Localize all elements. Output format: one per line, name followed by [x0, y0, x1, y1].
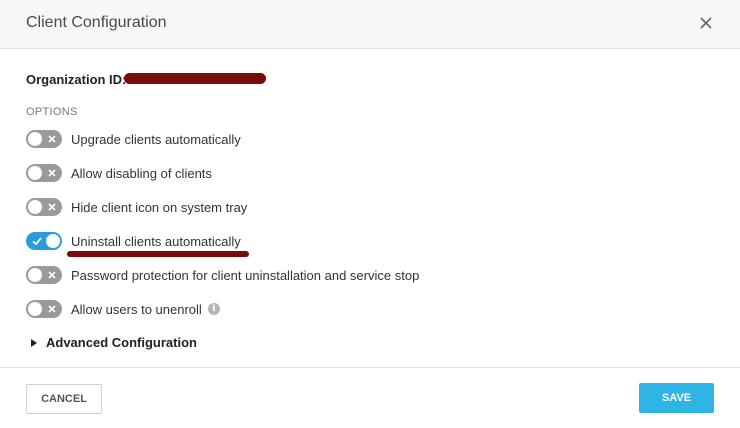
- organization-id-label: Organization ID:: [26, 72, 127, 87]
- option-label: Allow disabling of clients: [71, 165, 212, 181]
- save-button[interactable]: SAVE: [639, 383, 714, 413]
- organization-id-redaction: [124, 73, 266, 84]
- dialog-title: Client Configuration: [26, 14, 167, 31]
- option-allow-unenroll: Allow users to unenroll i: [26, 298, 220, 320]
- option-label: Uninstall clients automatically: [71, 233, 241, 249]
- option-hide-tray-icon: Hide client icon on system tray: [26, 196, 247, 218]
- highlight-underline: [67, 251, 249, 257]
- toggle-knob: [28, 200, 42, 214]
- option-allow-disabling: Allow disabling of clients: [26, 162, 212, 184]
- option-password-protection: Password protection for client uninstall…: [26, 264, 419, 286]
- advanced-configuration-toggle[interactable]: Advanced Configuration: [30, 335, 197, 350]
- info-icon[interactable]: i: [207, 303, 220, 315]
- cancel-button[interactable]: CANCEL: [26, 384, 102, 414]
- option-label: Upgrade clients automatically: [71, 131, 241, 147]
- caret-right-icon: [31, 338, 37, 347]
- toggle-allow-disabling[interactable]: [26, 164, 62, 182]
- option-label: Password protection for client uninstall…: [71, 267, 420, 283]
- toggle-allow-unenroll[interactable]: [26, 300, 62, 318]
- option-label: Hide client icon on system tray: [71, 199, 248, 215]
- toggle-password-protection[interactable]: [26, 266, 62, 284]
- toggle-knob: [28, 166, 42, 180]
- x-icon: [48, 203, 56, 211]
- option-label: Allow users to unenroll: [71, 301, 202, 317]
- x-icon: [48, 271, 56, 279]
- toggle-knob: [46, 234, 60, 248]
- x-icon: [48, 169, 56, 177]
- x-icon: [48, 305, 56, 313]
- toggle-knob: [28, 302, 42, 316]
- toggle-upgrade-clients[interactable]: [26, 130, 62, 148]
- toggle-hide-tray-icon[interactable]: [26, 198, 62, 216]
- x-icon: [48, 135, 56, 143]
- option-upgrade-clients: Upgrade clients automatically: [26, 128, 241, 150]
- dialog-header: Client Configuration: [0, 0, 740, 49]
- options-heading: OPTIONS: [26, 106, 78, 118]
- toggle-knob: [28, 132, 42, 146]
- close-button[interactable]: [693, 10, 719, 36]
- close-icon: [700, 17, 712, 29]
- option-uninstall-clients: Uninstall clients automatically: [26, 230, 241, 252]
- dialog-footer: CANCEL SAVE: [0, 367, 740, 428]
- toggle-knob: [28, 268, 42, 282]
- check-icon: [32, 237, 42, 246]
- toggle-uninstall-clients[interactable]: [26, 232, 62, 250]
- advanced-configuration-label: Advanced Configuration: [46, 335, 197, 350]
